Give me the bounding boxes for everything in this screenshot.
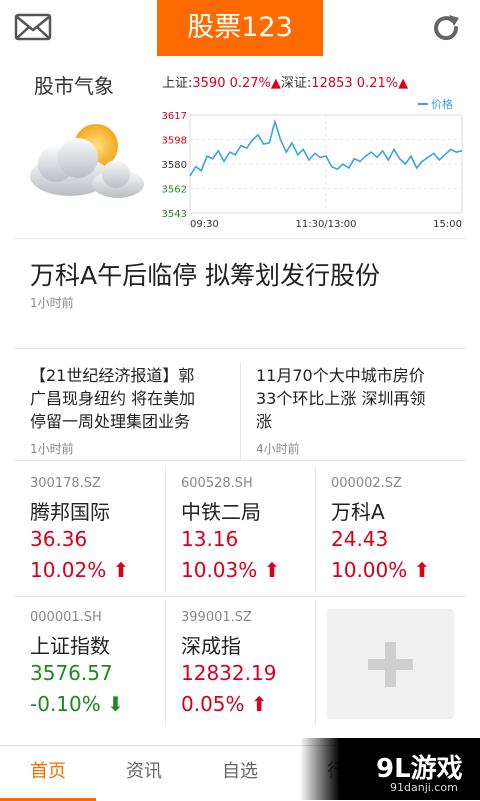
index-summary: 上证:3590 0.27%▲深证:12853 0.21%▲ xyxy=(162,72,408,91)
news-line: 【21世纪经济报道】郭 xyxy=(30,366,195,385)
x-tick-label: 09:30 xyxy=(190,219,219,230)
news-time: 4小时前 xyxy=(256,442,300,456)
stock-name: 深成指 xyxy=(181,634,241,658)
column-divider xyxy=(240,362,241,460)
stock-code: 000001.SH xyxy=(30,610,102,625)
stock-change: 10.03% ⬆ xyxy=(181,558,280,582)
stock-name: 上证指数 xyxy=(30,634,110,658)
stock-card[interactable]: 399001.SZ 深成指 12832.19 0.05% ⬆ xyxy=(181,610,321,730)
stock-price: 36.36 xyxy=(30,527,88,551)
news-line: 涨 xyxy=(256,412,273,431)
nav-item-watchlist[interactable]: 自选 xyxy=(192,746,288,801)
market-line-chart: 3617 3598 3580 3562 354309:30 11:30/13:00 15:0… xyxy=(162,97,463,230)
stock-price: 13.16 xyxy=(181,527,239,551)
news-line: 11月70个大中城市房价 xyxy=(256,366,425,385)
mail-button[interactable] xyxy=(14,12,54,44)
x-tick-label: 11:30/13:00 xyxy=(295,219,356,230)
stock-price: 12832.19 xyxy=(181,661,277,685)
column-divider xyxy=(315,600,316,726)
headline-time: 1小时前 xyxy=(30,296,74,310)
sh-up-arrow-icon: ▲ xyxy=(270,76,281,91)
stock-change: 10.00% ⬆ xyxy=(331,558,430,582)
down-arrow-icon: ⬇ xyxy=(107,692,124,716)
news-item[interactable]: 【21世纪经济报道】郭 广昌现身纽约 将在美加 停留一周处理集团业务 xyxy=(30,364,230,433)
plus-icon xyxy=(368,642,413,687)
watermark-url: 91danji.com xyxy=(390,781,458,794)
up-arrow-icon: ⬆ xyxy=(413,558,431,582)
sz-index-value: 12853 0.21% xyxy=(311,76,399,91)
y-tick-label: 3617 xyxy=(162,111,187,122)
mail-icon xyxy=(14,13,52,41)
up-arrow-icon: ⬆ xyxy=(263,558,281,582)
stock-price: 24.43 xyxy=(331,527,389,551)
news-line: 停留一周处理集团业务 xyxy=(30,412,191,431)
nav-label: 首页 xyxy=(30,761,66,782)
headline-title[interactable]: 万科A午后临停 拟筹划发行股份 xyxy=(30,256,380,292)
sz-index-label: 深证: xyxy=(280,76,312,91)
stock-code: 600528.SH xyxy=(181,476,253,491)
divider xyxy=(14,460,466,461)
stock-change-value: 0.05% xyxy=(181,692,245,716)
y-tick-label: 3580 xyxy=(162,160,187,171)
x-tick-label: 15:00 xyxy=(433,219,462,230)
divider xyxy=(14,238,466,239)
sh-index-value: 3590 0.27% xyxy=(192,76,271,91)
sz-up-arrow-icon: ▲ xyxy=(398,76,409,91)
refresh-button[interactable] xyxy=(428,10,464,46)
nav-label: 资讯 xyxy=(126,761,162,782)
stock-change: 10.02% ⬆ xyxy=(30,558,129,582)
nav-item-news[interactable]: 资讯 xyxy=(96,746,192,801)
divider xyxy=(14,596,466,597)
y-tick-label: 3543 xyxy=(162,209,187,220)
refresh-icon xyxy=(434,15,459,41)
stock-change-value: 10.02% xyxy=(30,558,107,582)
stock-card[interactable]: 000002.SZ 万科A 24.43 10.00% ⬆ xyxy=(331,476,471,596)
app-title: 股票123 xyxy=(157,0,323,56)
stock-price: 3576.57 xyxy=(30,661,113,685)
weather-icon xyxy=(20,118,150,210)
news-line: 33个环比上涨 深圳再领 xyxy=(256,389,426,408)
stock-change: -0.10% ⬇ xyxy=(30,692,124,716)
column-divider xyxy=(315,466,316,592)
divider xyxy=(14,348,466,349)
stock-card[interactable]: 600528.SH 中铁二局 13.16 10.03% ⬆ xyxy=(181,476,321,596)
sh-index-label: 上证: xyxy=(162,76,193,91)
legend-label: 价格 xyxy=(431,97,453,111)
nav-label: 自选 xyxy=(222,761,258,782)
stock-change-value: 10.03% xyxy=(181,558,258,582)
stock-change-value: -0.10% xyxy=(30,692,101,716)
column-divider xyxy=(165,600,166,726)
stock-code: 300178.SZ xyxy=(30,476,101,491)
stock-code: 399001.SZ xyxy=(181,610,252,625)
market-mood-label: 股市气象 xyxy=(34,74,114,98)
stock-change: 0.05% ⬆ xyxy=(181,692,268,716)
news-line: 广昌现身纽约 将在美加 xyxy=(30,389,196,408)
watermark-logo: 9L游戏 xyxy=(376,754,463,784)
stock-name: 中铁二局 xyxy=(181,500,261,524)
stock-card[interactable]: 300178.SZ 腾邦国际 36.36 10.02% ⬆ xyxy=(30,476,170,596)
up-arrow-icon: ⬆ xyxy=(250,692,268,716)
add-stock-button[interactable] xyxy=(327,609,454,719)
stock-card[interactable]: 000001.SH 上证指数 3576.57 -0.10% ⬇ xyxy=(30,610,170,730)
nav-item-home[interactable]: 首页 xyxy=(0,746,96,801)
stock-name: 万科A xyxy=(331,500,385,524)
stock-name: 腾邦国际 xyxy=(30,500,110,524)
news-time: 1小时前 xyxy=(30,442,74,456)
y-tick-label: 3562 xyxy=(162,185,187,196)
y-tick-label: 3598 xyxy=(162,136,187,147)
stock-code: 000002.SZ xyxy=(331,476,402,491)
top-bar: 股票123 xyxy=(0,0,480,60)
up-arrow-icon: ⬆ xyxy=(112,558,130,582)
news-item[interactable]: 11月70个大中城市房价 33个环比上涨 深圳再领 涨 xyxy=(256,364,466,433)
stock-change-value: 10.00% xyxy=(331,558,408,582)
column-divider xyxy=(165,466,166,592)
